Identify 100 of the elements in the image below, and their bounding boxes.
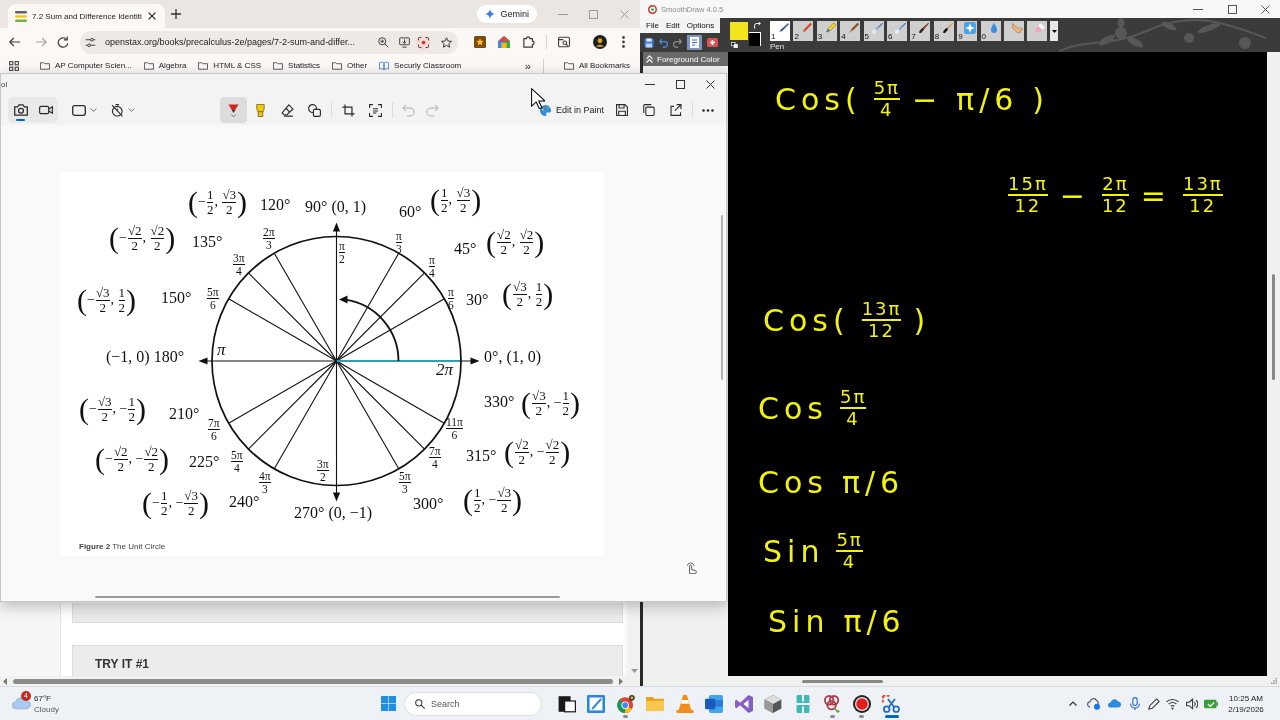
touch-icon[interactable]	[686, 562, 698, 574]
angle-label: 135°	[192, 234, 223, 250]
more-bookmarks-button[interactable]: »	[524, 59, 531, 72]
house-icon[interactable]	[498, 36, 510, 48]
radian-label: 7π 4	[429, 445, 441, 470]
assistant-button[interactable]: Gemini	[477, 5, 537, 23]
clock[interactable]: 10:25 AM 2/19/2026	[1223, 692, 1269, 715]
crop-icon[interactable]	[342, 103, 355, 117]
menu-item[interactable]: Options	[686, 20, 715, 31]
color-swatch[interactable]	[730, 22, 748, 40]
radian-label: π 4	[429, 254, 435, 279]
close-icon[interactable]	[705, 80, 715, 89]
vertical-scrollbar[interactable]	[628, 602, 640, 676]
brush-tool-button[interactable]: 8	[933, 21, 954, 41]
brush-tool-button[interactable]: 4	[840, 21, 861, 41]
brush-tool-button[interactable]	[1027, 21, 1048, 41]
folder-icon	[332, 61, 343, 70]
bookmark-item[interactable]: All Bookmarks	[563, 61, 630, 70]
brush-tool-button[interactable]	[1003, 21, 1024, 41]
brush-tool-button[interactable]: 6	[886, 21, 907, 41]
radian-label: 11π 6	[446, 416, 463, 441]
radian-label: 5π 4	[231, 449, 243, 474]
star-icon[interactable]	[441, 36, 452, 48]
address-bar[interactable]: openstax.org/books/precalculus-2e/pages/7-2-sum-and-differ...	[80, 30, 458, 54]
menu-item[interactable]: File	[646, 20, 659, 31]
reload-icon[interactable]	[57, 36, 69, 48]
highlighter-icon	[254, 103, 267, 117]
plus-icon[interactable]	[171, 9, 181, 19]
bookmark-item[interactable]: AP Computer Scien...	[40, 61, 132, 70]
battery-icon[interactable]	[1203, 698, 1218, 709]
bookmark-item[interactable]: Securly Classroom	[379, 60, 462, 71]
brush-tool-button[interactable]: 2	[793, 21, 814, 41]
brush-tool-button[interactable]: 9	[957, 21, 978, 41]
angle-label: 270° (0, −1)	[294, 505, 373, 521]
caret-up-icon[interactable]	[1068, 701, 1077, 706]
text-scan-icon[interactable]	[369, 103, 382, 117]
brush-tool-button[interactable]: 1	[770, 21, 790, 41]
more-icon[interactable]	[622, 36, 625, 48]
brush-tool-button[interactable]: 5	[863, 21, 884, 41]
scrollbar-thumb[interactable]	[13, 678, 613, 684]
double-chevron-icon	[646, 55, 653, 63]
brush-tool-button[interactable]: 0	[980, 21, 1001, 41]
minimize-icon[interactable]	[1192, 8, 1203, 10]
zoom-icon[interactable]	[378, 36, 389, 48]
stacked-lines-icon	[15, 10, 27, 22]
angle-label: 90° (0, 1)	[305, 199, 367, 215]
radian-label: 3π 2	[317, 458, 329, 483]
grid-icon[interactable]	[9, 60, 19, 71]
microphone-icon[interactable]	[1129, 697, 1140, 710]
pen-icon	[227, 103, 240, 117]
save-icon[interactable]	[615, 104, 628, 116]
scrollbar-thumb[interactable]	[1272, 274, 1275, 380]
brush-tool-button[interactable]: 7	[910, 21, 931, 41]
cloud-badge-icon[interactable]	[1087, 697, 1100, 710]
brush-tool-button[interactable]: 3	[816, 21, 837, 41]
install-icon[interactable]	[399, 36, 410, 48]
more-icon[interactable]	[702, 108, 714, 112]
highlighter-icon	[823, 22, 836, 34]
plus-tile-icon[interactable]	[707, 38, 718, 47]
avatar-icon[interactable]	[593, 35, 607, 49]
dropdown-button[interactable]	[1050, 21, 1059, 41]
copy-icon[interactable]	[642, 104, 655, 116]
maximize-icon[interactable]	[675, 80, 685, 89]
redo-icon[interactable]	[673, 37, 682, 48]
bookmark-item[interactable]: HTML & CSS	[198, 61, 262, 70]
panel-search-icon[interactable]	[558, 36, 570, 48]
color-swatch[interactable]	[749, 32, 761, 46]
box-heading: TRY IT #1	[95, 658, 151, 671]
scrollbar-thumb[interactable]	[802, 679, 883, 683]
arrow-right-icon[interactable]	[619, 677, 623, 685]
resize-grip-icon[interactable]	[1271, 678, 1277, 684]
view-toggle-button[interactable]	[687, 35, 702, 50]
swap-arrow-icon[interactable]	[754, 22, 761, 29]
browser-tab[interactable]: 7.2 Sum and Difference Identiti	[8, 4, 165, 28]
lens-icon[interactable]	[418, 36, 429, 48]
menu-item[interactable]: Edit	[665, 20, 680, 31]
arrow-left-icon[interactable]	[3, 677, 7, 685]
horizontal-scrollbar[interactable]	[0, 676, 640, 686]
sliders-icon[interactable]	[85, 36, 96, 48]
maximize-icon[interactable]	[1228, 4, 1237, 14]
close-icon[interactable]	[148, 12, 156, 20]
rectangle-icon	[72, 104, 86, 116]
cloud-icon[interactable]	[1108, 699, 1121, 708]
caret-down-icon	[90, 108, 97, 112]
share-icon[interactable]	[669, 104, 682, 116]
speaker-icon[interactable]	[1185, 697, 1198, 710]
bookmark-item[interactable]: Statistics	[273, 61, 321, 70]
back-icon[interactable]	[9, 36, 21, 48]
save-icon[interactable]	[644, 37, 654, 48]
bookmark-item[interactable]: Algebra	[143, 61, 187, 70]
star-badge-icon[interactable]	[474, 36, 486, 48]
bookmark-item[interactable]: Other	[332, 61, 368, 70]
pen-icon[interactable]	[1147, 697, 1160, 710]
search-field[interactable]: Search	[404, 691, 542, 716]
close-icon[interactable]	[1260, 4, 1270, 14]
panel-header[interactable]: Foreground Color	[643, 52, 728, 66]
undo-icon[interactable]	[659, 37, 668, 48]
small-squares-icon[interactable]	[731, 42, 738, 48]
puzzle-icon[interactable]	[523, 36, 535, 48]
wifi-icon[interactable]	[1166, 697, 1179, 710]
